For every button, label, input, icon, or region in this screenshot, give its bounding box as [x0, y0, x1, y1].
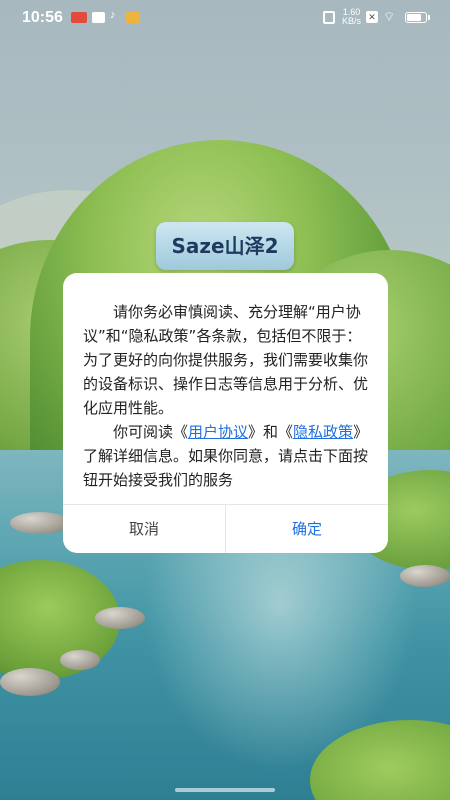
app-logo-text: Saze山泽2 [171, 234, 279, 258]
network-speed-unit: KB/s [342, 16, 362, 26]
dialog-paragraph-2: 你可阅读《用户协议》和《隐私政策》了解详细信息。如果你同意，请点击下面按钮开始接… [83, 420, 368, 492]
vibrate-icon [323, 11, 335, 24]
app-logo: Saze山泽2 [156, 222, 294, 270]
battery-cap [428, 15, 430, 20]
rock [400, 565, 450, 587]
rock [95, 607, 145, 629]
news-icon [71, 12, 87, 23]
privacy-policy-link[interactable]: 隐私政策 [293, 423, 353, 441]
paragraph-2-prefix: 你可阅读《 [113, 423, 189, 441]
home-indicator[interactable] [175, 788, 275, 792]
privacy-dialog: 请你务必审慎阅读、充分理解“用户协议”和“隐私政策”各条款，包括但不限于：为了更… [63, 273, 388, 553]
eye-icon [126, 12, 140, 23]
dialog-body: 请你务必审慎阅读、充分理解“用户协议”和“隐私政策”各条款，包括但不限于：为了更… [83, 300, 368, 492]
user-agreement-link[interactable]: 用户协议 [188, 423, 248, 441]
status-time: 10:56 [22, 9, 63, 26]
battery-icon [405, 12, 427, 23]
mail-icon [92, 12, 105, 23]
sim-icon: ✕ [366, 11, 378, 23]
battery-level [407, 14, 421, 21]
network-speed: 1.60 KB/s [342, 8, 361, 26]
rock [0, 668, 60, 696]
dialog-button-row: 取消 确定 [63, 504, 388, 553]
rock [10, 512, 70, 534]
tiktok-icon: ♪ [110, 9, 116, 21]
rock [60, 650, 100, 670]
cancel-button[interactable]: 取消 [63, 505, 226, 553]
paragraph-2-middle: 》和《 [248, 423, 294, 441]
dialog-paragraph-1: 请你务必审慎阅读、充分理解“用户协议”和“隐私政策”各条款，包括但不限于：为了更… [83, 303, 369, 417]
status-bar: 10:56 ♪ 1.60 KB/s ✕ ⌔ [0, 0, 450, 34]
wifi-icon: ⌔ [383, 9, 396, 24]
confirm-button[interactable]: 确定 [226, 505, 388, 553]
